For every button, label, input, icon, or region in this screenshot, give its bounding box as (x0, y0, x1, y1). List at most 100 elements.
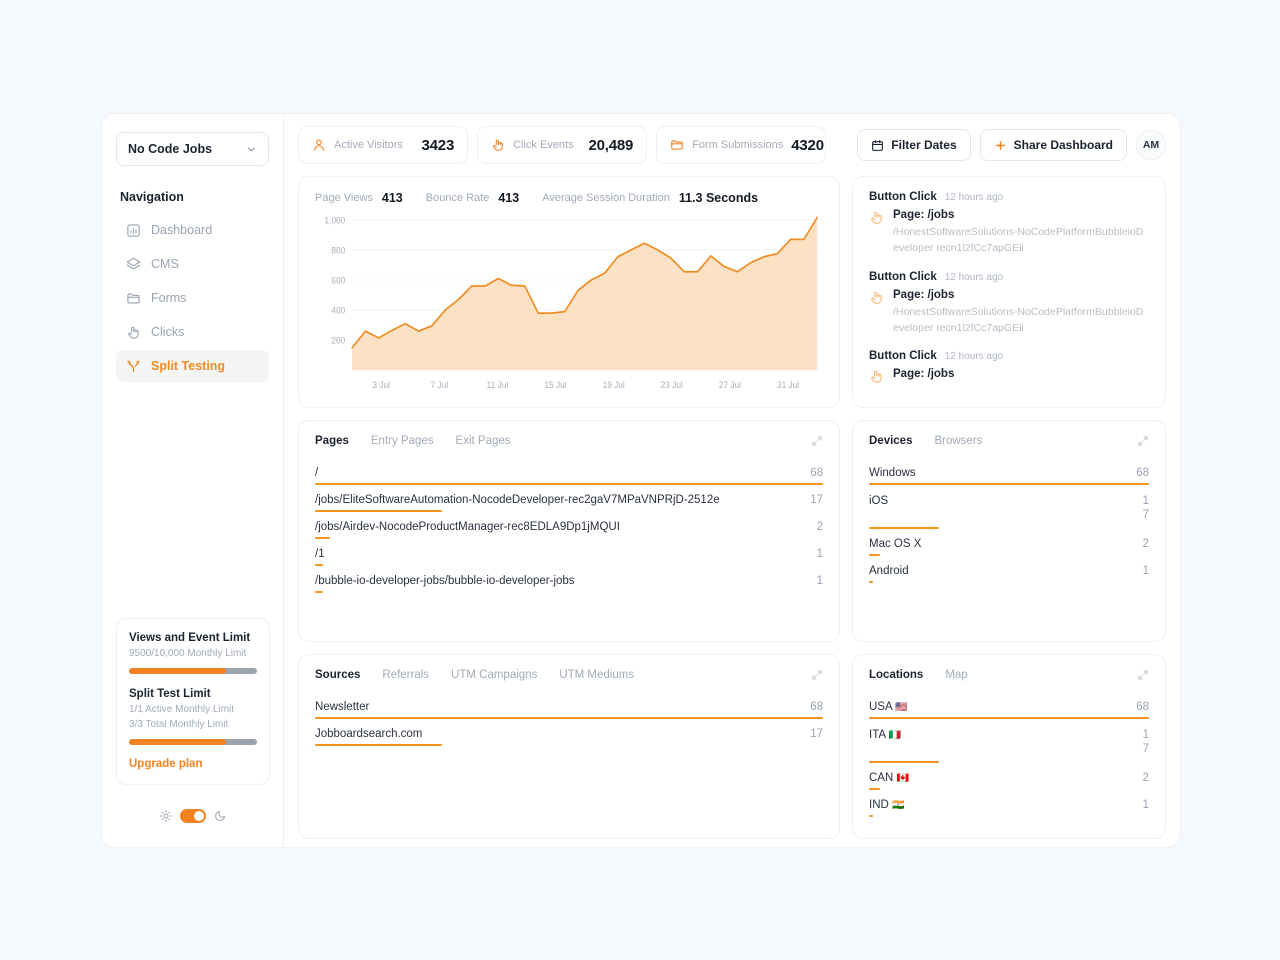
list-item[interactable]: Mac OS X 2 (869, 529, 1149, 556)
locations-rows: USA 🇺🇸 68 ITA 🇮🇹 17 CAN 🇨🇦 2 IND 🇮🇳 1 (869, 692, 1149, 817)
sun-icon (159, 810, 172, 822)
tab-utm-campaigns[interactable]: UTM Campaigns (451, 669, 537, 681)
event-time: 12 hours ago (944, 192, 1004, 203)
moon-icon (214, 811, 225, 821)
list-item[interactable]: ITA 🇮🇹 17 (869, 719, 1149, 763)
list-item-label: USA 🇺🇸 (869, 701, 908, 713)
expand-icon[interactable] (1137, 669, 1149, 681)
pages-panel: Pages Entry Pages Exit Pages / 68/jobs/El… (298, 420, 840, 642)
list-item-bar (315, 744, 442, 746)
dashboard-window: No Code Jobs Navigation Dashboard CMS Fo… (101, 113, 1181, 848)
event-title: Button Click (869, 191, 937, 203)
list-item[interactable]: / 68 (315, 458, 823, 485)
stat-value: 4320 (791, 136, 824, 154)
bar-chart-icon (127, 223, 140, 237)
share-dashboard-button[interactable]: Share Dashboard (979, 129, 1128, 161)
svg-text:19 Jul: 19 Jul (603, 379, 625, 390)
navigation-list: Dashboard CMS Forms Clicks Split Testing (116, 214, 269, 382)
split-limit-total: 3/3 Total Monthly Limit (129, 719, 229, 730)
list-item[interactable]: /jobs/Airdev-NocodeProductManager-rec8ED… (315, 512, 823, 539)
site-selector[interactable]: No Code Jobs (116, 132, 269, 166)
sidebar: No Code Jobs Navigation Dashboard CMS Fo… (102, 114, 284, 847)
event-title: Button Click (869, 350, 937, 363)
devices-panel: Devices Browsers Windows 68 iOS 17 Mac OS X 2… (852, 420, 1166, 642)
list-item-value: 17 (1142, 495, 1149, 522)
sidebar-item-split-testing[interactable]: Split Testing (116, 350, 269, 382)
list-item-value: 2 (1142, 771, 1149, 784)
event-page: Page: /jobs (893, 368, 955, 381)
expand-icon[interactable] (811, 669, 823, 681)
locations-panel: Locations Map USA 🇺🇸 68 ITA 🇮🇹 17 CAN 🇨🇦 2 IND… (852, 654, 1166, 839)
split-limit-active: 1/1 Active Monthly Limit (129, 704, 235, 715)
list-item-value: 68 (810, 467, 823, 479)
list-item-label: CAN 🇨🇦 (869, 771, 909, 784)
tab-exit-pages[interactable]: Exit Pages (456, 435, 511, 447)
list-item-label: ITA 🇮🇹 (869, 729, 901, 741)
layers-icon (126, 257, 141, 269)
list-item[interactable]: IND 🇮🇳 1 (869, 790, 1149, 817)
tab-devices[interactable]: Devices (869, 435, 912, 447)
list-item[interactable]: iOS 17 (869, 485, 1149, 529)
row-sources-locations: Sources Referrals UTM Campaigns UTM Medi… (298, 654, 1166, 839)
upgrade-plan-link[interactable]: Upgrade plan (129, 758, 257, 770)
list-item[interactable]: USA 🇺🇸 68 (869, 692, 1149, 719)
pages-rows: / 68/jobs/EliteSoftwareAutomation-NocodeD… (315, 458, 823, 593)
list-item-value: 68 (1136, 701, 1149, 713)
tab-map[interactable]: Map (945, 669, 967, 681)
sidebar-item-label: Split Testing (151, 359, 226, 373)
tab-pages[interactable]: Pages (315, 435, 349, 447)
event-item[interactable]: Button Click 12 hours ago Page: /jobs (869, 350, 1149, 384)
stat-value: 20,489 (588, 136, 634, 154)
sidebar-item-clicks[interactable]: Clicks (116, 316, 269, 348)
list-item[interactable]: /bubble-io-developer-jobs/bubble-io-deve… (315, 566, 823, 593)
list-item[interactable]: Windows 68 (869, 458, 1149, 485)
list-item-value: 17 (1142, 729, 1149, 756)
filter-dates-button[interactable]: Filter Dates (857, 129, 971, 161)
theme-toggle-switch[interactable] (179, 809, 206, 823)
event-url: /HonestSoftwareSolutions-NoCodePlatformB… (893, 305, 1144, 334)
sidebar-item-forms[interactable]: Forms (116, 282, 269, 314)
chart-stat-value: 11.3 Seconds (678, 191, 759, 205)
locations-tabs: Locations Map (869, 669, 1149, 681)
split-limit-title: Split Test Limit (129, 688, 211, 700)
tab-referrals[interactable]: Referrals (382, 669, 429, 681)
pages-tabs: Pages Entry Pages Exit Pages (315, 435, 823, 447)
list-item-bar (869, 814, 874, 817)
sidebar-item-dashboard[interactable]: Dashboard (116, 214, 269, 246)
list-item[interactable]: Jobboardsearch.com 17 (315, 719, 823, 746)
event-time: 12 hours ago (944, 271, 1004, 283)
list-item-label: /jobs/EliteSoftwareAutomation-NocodeDeve… (315, 494, 720, 506)
expand-icon[interactable] (811, 435, 823, 447)
tab-browsers[interactable]: Browsers (934, 435, 982, 447)
click-icon (871, 211, 882, 224)
filter-dates-label: Filter Dates (891, 138, 957, 152)
list-item-label: /bubble-io-developer-jobs/bubble-io-deve… (315, 575, 575, 587)
list-item-value: 2 (816, 521, 823, 533)
list-item-label: Mac OS X (869, 537, 922, 550)
tab-locations[interactable]: Locations (869, 669, 923, 681)
svg-text:27 Jul: 27 Jul (719, 379, 741, 390)
sidebar-item-cms[interactable]: CMS (116, 248, 269, 280)
list-item-bar (869, 580, 874, 583)
tab-sources[interactable]: Sources (315, 669, 360, 681)
event-item[interactable]: Button Click 12 hours ago Page: /jobs /Ho… (869, 271, 1149, 337)
tab-utm-mediums[interactable]: UTM Mediums (559, 669, 634, 681)
event-item[interactable]: Button Click 12 hours ago Page: /jobs /Ho… (869, 191, 1149, 257)
list-item[interactable]: Newsletter 68 (315, 692, 823, 719)
svg-text:200: 200 (331, 335, 345, 346)
flag-icon: 🇮🇳 (892, 799, 904, 811)
list-item-label: iOS (869, 495, 889, 507)
devices-rows: Windows 68 iOS 17 Mac OS X 2 Android 1 (869, 458, 1149, 583)
tab-entry-pages[interactable]: Entry Pages (371, 435, 434, 447)
list-item[interactable]: /jobs/EliteSoftwareAutomation-NocodeDeve… (315, 485, 823, 512)
expand-icon[interactable] (1137, 435, 1149, 447)
list-item[interactable]: /1 1 (315, 539, 823, 566)
list-item[interactable]: CAN 🇨🇦 2 (869, 763, 1149, 790)
folder-icon (671, 140, 683, 150)
avatar[interactable]: AM (1136, 130, 1167, 160)
click-icon (871, 291, 882, 304)
stat-card-form-submissions: Form Submissions 4320 (656, 126, 827, 164)
flag-icon: 🇨🇦 (896, 772, 909, 784)
svg-text:15 Jul: 15 Jul (544, 379, 566, 390)
list-item[interactable]: Android 1 (869, 556, 1149, 583)
